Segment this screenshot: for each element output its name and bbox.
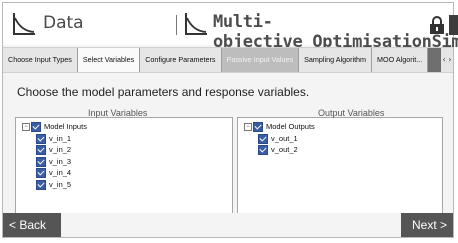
checkbox[interactable] xyxy=(36,145,46,156)
chart-logo-icon xyxy=(185,13,207,35)
checkbox[interactable] xyxy=(258,145,268,156)
header-left-title: Data xyxy=(43,13,84,33)
app-window: Data Multi-objective_OptimisationSim Cho… xyxy=(2,2,458,238)
simulation-title: Multi-objective_OptimisationSim xyxy=(213,12,458,52)
tree-item-label: v_in_2 xyxy=(49,145,72,154)
collapse-icon[interactable]: − xyxy=(22,123,30,132)
tree-root-label: Model Inputs xyxy=(44,122,87,131)
tab-scroll-arrows[interactable]: ‹ › xyxy=(441,48,453,72)
tab-bar: Choose Input Types Select Variables Conf… xyxy=(3,47,453,73)
tree-item-label: v_in_1 xyxy=(49,133,72,143)
tab-passive-input-values[interactable]: Passive Input Values xyxy=(221,48,300,72)
header-separator xyxy=(176,15,177,35)
footer: < Back Next > xyxy=(3,213,453,237)
output-tree: − Model Outputs v_out_1 v_out_2 xyxy=(244,121,315,156)
main-content: Choose the model parameters and response… xyxy=(3,73,453,235)
tree-item[interactable]: v_in_4 xyxy=(36,167,87,179)
tab-configure-parameters[interactable]: Configure Parameters xyxy=(140,48,222,72)
tree-item[interactable]: v_out_1 xyxy=(258,133,315,145)
input-tree: − Model Inputs v_in_1 v_in_2 v_in_3 v_in_… xyxy=(22,121,87,190)
tree-item[interactable]: v_in_1 xyxy=(36,133,87,145)
tree-item[interactable]: v_out_2 xyxy=(258,144,315,156)
tree-item[interactable]: v_in_3 xyxy=(36,156,87,168)
input-panel-legend: Input Variables xyxy=(88,108,148,118)
tree-item[interactable]: v_in_5 xyxy=(36,179,87,191)
lock-icon[interactable] xyxy=(429,15,445,35)
toolbar-icon[interactable] xyxy=(449,15,458,35)
instruction-text: Choose the model parameters and response… xyxy=(17,85,310,99)
output-panel-legend: Output Variables xyxy=(318,108,385,118)
tab-moo-algorithm[interactable]: MOO Algorit... xyxy=(372,48,429,72)
next-button[interactable]: Next > xyxy=(401,213,453,237)
back-button[interactable]: < Back xyxy=(3,213,61,237)
tree-root-model-inputs[interactable]: − Model Inputs xyxy=(22,121,87,133)
checkbox[interactable] xyxy=(253,122,263,133)
chart-logo-icon xyxy=(13,13,35,35)
checkbox[interactable] xyxy=(36,133,46,144)
checkbox[interactable] xyxy=(31,122,41,133)
tree-item-label: v_in_3 xyxy=(49,156,72,166)
tree-item[interactable]: v_in_2 xyxy=(36,144,87,156)
checkbox[interactable] xyxy=(258,133,268,144)
checkbox[interactable] xyxy=(36,156,46,167)
checkbox[interactable] xyxy=(36,168,46,179)
tree-item-label: v_out_1 xyxy=(271,133,298,143)
tab-sampling-algorithm[interactable]: Sampling Algorithm xyxy=(299,48,373,72)
tree-item-label: v_out_2 xyxy=(271,145,298,154)
tree-root-label: Model Outputs xyxy=(266,122,315,131)
checkbox[interactable] xyxy=(36,179,46,190)
tab-select-variables[interactable]: Select Variables xyxy=(77,48,141,72)
tab-choose-input-types[interactable]: Choose Input Types xyxy=(3,48,78,72)
header: Data Multi-objective_OptimisationSim xyxy=(3,3,458,52)
collapse-icon[interactable]: − xyxy=(244,123,252,132)
tree-item-label: v_in_5 xyxy=(49,179,72,189)
tree-root-model-outputs[interactable]: − Model Outputs xyxy=(244,121,315,133)
tree-item-label: v_in_4 xyxy=(49,168,72,177)
